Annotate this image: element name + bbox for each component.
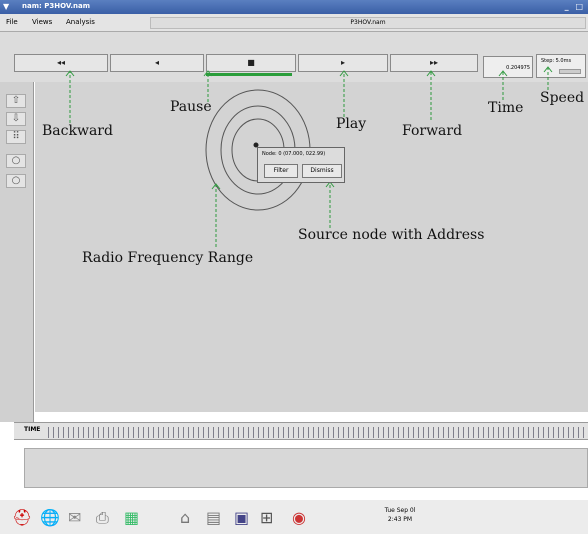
label-time: Time [488,100,524,116]
label-radio-range: Radio Frequency Range [82,250,254,266]
redhat-icon[interactable]: ⛑ [12,506,32,530]
label-pause: Pause [170,99,212,115]
browser-icon[interactable]: 🌐 [40,506,60,530]
node-popup-header: Node: 0 (07.000, 022.99) [262,151,326,157]
files-icon[interactable]: ▤ [206,506,221,530]
annotation-pane[interactable] [24,448,588,488]
dismiss-button[interactable]: Dismiss [302,164,342,178]
label-play: Play [336,116,367,132]
node-popup: Node: 0 (07.000, 022.99) Filter Dismiss [257,147,345,183]
editor-icon[interactable]: ▦ [124,506,139,530]
network-icon[interactable]: ⌂ [180,506,190,530]
status-line [14,490,588,498]
label-speed: Speed [540,90,585,106]
clock-day: Tue Sep 0l [384,507,416,514]
timeline-label: TIME [24,426,41,433]
mail-icon[interactable]: ✉ [68,506,81,530]
filter-button[interactable]: Filter [264,164,298,178]
label-backward: Backward [42,123,113,139]
label-source-node: Source node with Address [298,227,485,243]
print-icon[interactable]: ⎙ [96,506,109,530]
workspace-icon[interactable]: ⊞ [260,506,273,530]
label-forward: Forward [402,123,463,139]
timeline-bar[interactable]: TIME [14,422,588,440]
desktop-taskbar: ⛑ 🌐 ✉ ⎙ ▦ ⌂ ▤ ▣ ⊞ ◉ Tue Sep 0l 2:43 PM [0,500,588,534]
clock-time: 2:43 PM [387,516,413,523]
display-icon[interactable]: ▣ [234,506,249,530]
settings-icon[interactable]: ◉ [292,506,306,530]
taskbar-clock: Tue Sep 0l 2:43 PM [370,506,430,524]
timeline-ticks [48,427,586,438]
